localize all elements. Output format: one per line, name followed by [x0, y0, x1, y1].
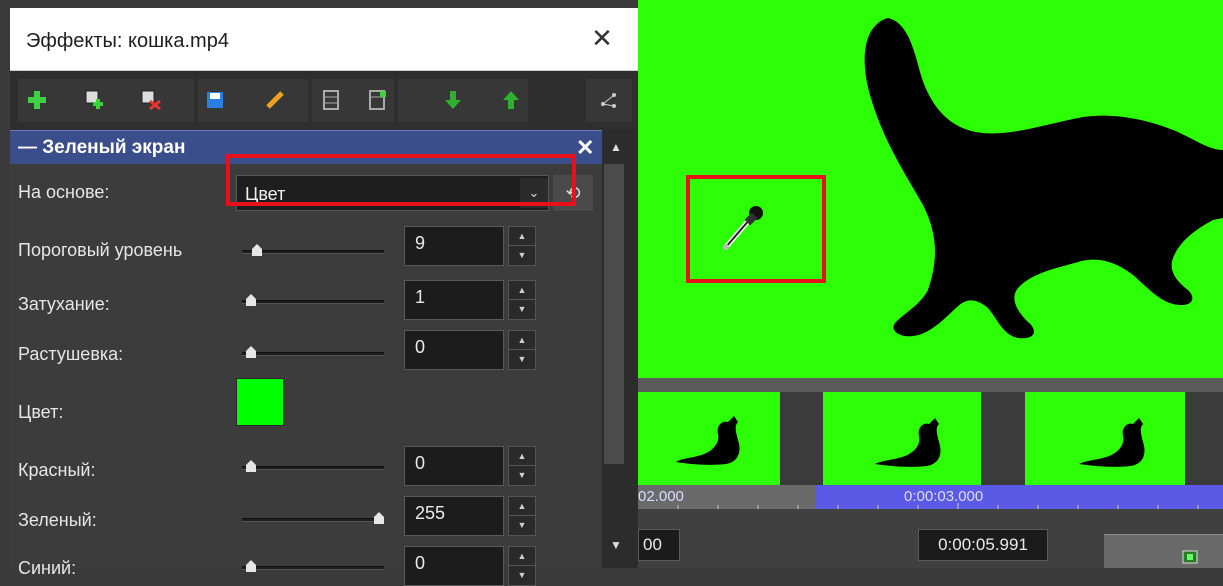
threshold-slider[interactable] — [242, 244, 384, 256]
scroll-up-icon[interactable]: ▲ — [610, 140, 622, 154]
spin-up-icon[interactable]: ▲ — [509, 331, 535, 350]
slider-thumb[interactable] — [246, 560, 256, 572]
red-value[interactable]: 0 — [404, 446, 504, 486]
timeline-thumbnail[interactable] — [638, 392, 780, 487]
spin-up-icon[interactable]: ▲ — [509, 447, 535, 466]
spin-down-icon[interactable]: ▼ — [509, 516, 535, 535]
fade-spinbox[interactable]: 1 ▲ ▼ — [404, 280, 538, 320]
edit-pencil-icon[interactable] — [264, 89, 286, 111]
red-spinbox[interactable]: 0 ▲ ▼ — [404, 446, 538, 486]
node-graph-icon[interactable] — [598, 89, 620, 111]
panel-scrollbar[interactable]: ▲ ▼ — [602, 130, 638, 568]
timeline-thumbnail[interactable] — [823, 392, 981, 487]
timeline-thumbnail[interactable] — [1025, 392, 1185, 487]
effects-dialog: Эффекты: кошка.mp4 ✕ — Зеленый экран ✕ Н… — [10, 8, 638, 586]
fade-slider[interactable] — [242, 294, 384, 306]
spin-down-icon[interactable]: ▼ — [509, 350, 535, 369]
red-slider[interactable] — [242, 460, 384, 472]
delete-keyframe-icon[interactable] — [140, 89, 162, 111]
select-highlight — [226, 154, 576, 206]
slider-thumb[interactable] — [246, 294, 256, 306]
blue-value[interactable]: 0 — [404, 546, 504, 586]
close-icon[interactable]: ✕ — [588, 24, 616, 52]
save-icon[interactable] — [204, 89, 226, 111]
spin-up-icon[interactable]: ▲ — [509, 547, 535, 566]
timeline-action-button[interactable] — [1104, 534, 1223, 568]
green-label: Зеленый: — [18, 510, 97, 530]
threshold-label: Пороговый уровень — [18, 240, 183, 260]
spin-up-icon[interactable]: ▲ — [509, 497, 535, 516]
spin-down-icon[interactable]: ▼ — [509, 466, 535, 485]
color-swatch[interactable] — [236, 378, 284, 426]
slider-thumb[interactable] — [252, 244, 263, 256]
timeline-top-bar — [638, 378, 1223, 392]
blue-label: Синий: — [18, 558, 77, 578]
blue-slider[interactable] — [242, 560, 384, 572]
dialog-title: Эффекты: кошка.mp4 — [26, 30, 229, 52]
feather-spinbox[interactable]: 0 ▲ ▼ — [404, 330, 538, 370]
cat-thumb-icon — [676, 416, 740, 465]
film-icon — [1182, 550, 1198, 564]
red-label: Красный: — [18, 460, 96, 480]
move-down-icon[interactable] — [442, 89, 464, 111]
spin-up-icon[interactable]: ▲ — [509, 227, 535, 246]
dialog-titlebar[interactable]: Эффекты: кошка.mp4 ✕ — [10, 8, 638, 71]
spin-down-icon[interactable]: ▼ — [509, 246, 535, 265]
threshold-spinbox[interactable]: 9 ▲ ▼ — [404, 226, 538, 266]
scroll-down-icon[interactable]: ▼ — [610, 538, 622, 552]
feather-slider[interactable] — [242, 346, 384, 358]
timeline[interactable]: 02.000 0:00:03.000 00 0:00:05.991 — [638, 378, 1223, 568]
cat-thumb-icon — [875, 418, 941, 467]
scrollbar-thumb[interactable] — [604, 164, 624, 464]
move-up-icon[interactable] — [500, 89, 522, 111]
slider-thumb[interactable] — [246, 460, 256, 472]
spin-down-icon[interactable]: ▼ — [509, 300, 535, 319]
fade-value[interactable]: 1 — [404, 280, 504, 320]
based-on-label: На основе: — [18, 182, 110, 202]
end-time-field[interactable]: 0:00:05.991 — [918, 529, 1048, 561]
add-effect-icon[interactable] — [26, 89, 48, 111]
add-keyframe-icon[interactable] — [84, 89, 106, 111]
color-label: Цвет: — [18, 402, 64, 422]
eyedropper-icon[interactable] — [720, 203, 768, 253]
effects-toolbar — [10, 71, 638, 130]
green-value[interactable]: 255 — [404, 496, 504, 536]
slider-thumb[interactable] — [374, 512, 384, 524]
panel-close-icon[interactable]: ✕ — [576, 135, 594, 161]
slider-thumb[interactable] — [246, 346, 256, 358]
fade-label: Затухание: — [18, 294, 110, 314]
spin-down-icon[interactable]: ▼ — [509, 566, 535, 585]
green-slider[interactable] — [242, 512, 384, 524]
start-time-field[interactable]: 00 — [638, 529, 680, 561]
feather-label: Растушевка: — [18, 344, 124, 364]
green-spinbox[interactable]: 255 ▲ ▼ — [404, 496, 538, 536]
cat-thumb-icon — [1079, 418, 1145, 467]
spin-up-icon[interactable]: ▲ — [509, 281, 535, 300]
feather-value[interactable]: 0 — [404, 330, 504, 370]
blue-spinbox[interactable]: 0 ▲ ▼ — [404, 546, 538, 586]
film-frame-icon[interactable] — [320, 89, 342, 111]
film-add-icon[interactable] — [366, 89, 388, 111]
green-screen-panel: — Зеленый экран ✕ На основе: Цвет ⌄ ⟲ По… — [10, 130, 602, 586]
panel-title: — Зеленый экран — [18, 137, 186, 158]
threshold-value[interactable]: 9 — [404, 226, 504, 266]
